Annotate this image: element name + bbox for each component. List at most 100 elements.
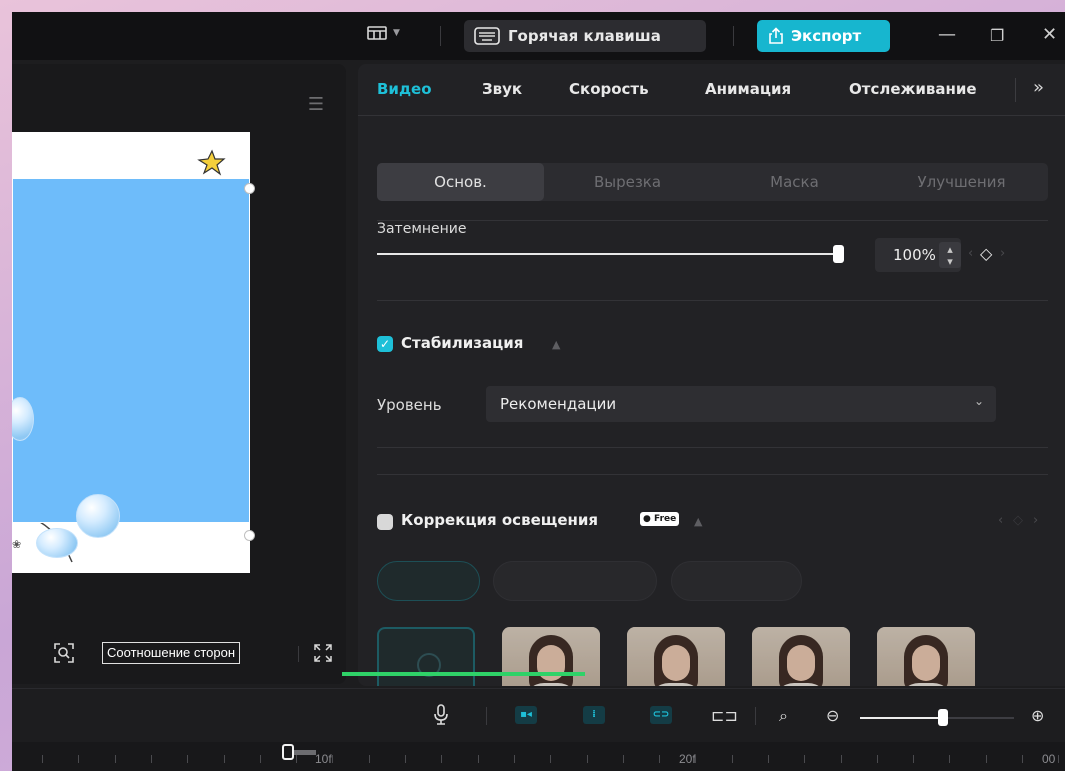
resize-handle[interactable] bbox=[244, 530, 255, 541]
bubble bbox=[76, 494, 120, 538]
opacity-slider-handle[interactable] bbox=[833, 245, 844, 263]
zoom-slider-fill bbox=[860, 717, 945, 719]
next-keyframe-icon: › bbox=[1033, 513, 1039, 528]
video-frame[interactable] bbox=[12, 178, 250, 523]
export-button[interactable]: Экспорт bbox=[757, 20, 890, 52]
lighting-option[interactable] bbox=[493, 561, 657, 601]
divider bbox=[733, 26, 734, 46]
close-button[interactable]: ✕ bbox=[1042, 24, 1057, 45]
timeline-ruler[interactable]: 10f 20f 00 bbox=[12, 742, 1065, 771]
subtab-label: Вырезка bbox=[593, 173, 662, 191]
link-icon[interactable]: ⊂⊃ bbox=[650, 706, 672, 724]
preset-thumbnail[interactable] bbox=[877, 627, 975, 686]
opacity-value: 100% bbox=[893, 246, 936, 264]
star-icon bbox=[197, 149, 226, 176]
keyframe-icon[interactable]: ◇ bbox=[980, 244, 992, 263]
divider bbox=[298, 646, 299, 662]
divider bbox=[440, 26, 441, 46]
divider bbox=[755, 707, 756, 725]
prev-keyframe-icon[interactable]: ‹ bbox=[968, 246, 973, 261]
export-label: Экспорт bbox=[791, 27, 862, 45]
hotkey-button[interactable]: Горячая клавиша bbox=[464, 20, 706, 52]
tab-tracking[interactable]: Отслеживание bbox=[849, 80, 977, 98]
ruler-tick bbox=[405, 755, 406, 763]
subtab-cutout[interactable]: Вырезка bbox=[544, 163, 711, 201]
stepper-icon[interactable]: ▴ ▾ bbox=[939, 242, 961, 268]
divider bbox=[486, 707, 487, 725]
divider bbox=[377, 474, 1048, 475]
free-badge: ● Free bbox=[640, 512, 680, 526]
opacity-input[interactable]: 100% ▴ ▾ bbox=[875, 238, 961, 272]
lighting-checkbox[interactable] bbox=[377, 514, 393, 530]
link-left-icon[interactable]: ▪◂ bbox=[515, 706, 537, 724]
subtab-label: Основ. bbox=[434, 173, 487, 191]
opacity-slider[interactable] bbox=[377, 253, 839, 255]
ruler-tick bbox=[332, 755, 333, 763]
restore-button[interactable]: ❐ bbox=[990, 26, 1004, 45]
level-select[interactable]: Рекомендации ⌄ bbox=[486, 386, 996, 422]
tab-audio[interactable]: Звук bbox=[482, 80, 522, 98]
next-keyframe-icon[interactable]: › bbox=[1000, 246, 1005, 261]
ruler-label: 10f bbox=[315, 752, 332, 766]
ruler-tick bbox=[514, 755, 515, 763]
divider bbox=[377, 220, 1048, 221]
fullscreen-icon[interactable] bbox=[312, 642, 334, 664]
preset-thumbnail[interactable] bbox=[627, 627, 725, 686]
tab-video[interactable]: Видео bbox=[377, 80, 432, 98]
minimize-button[interactable]: — bbox=[938, 24, 956, 45]
split-icon[interactable]: ⊏⊐ bbox=[711, 706, 738, 725]
bubble bbox=[36, 528, 78, 558]
layout-menu[interactable]: ▼ bbox=[367, 25, 400, 41]
divider bbox=[377, 300, 1048, 301]
ruler-tick bbox=[115, 755, 116, 763]
zoom-fit-icon[interactable] bbox=[52, 641, 76, 665]
keyboard-icon bbox=[474, 27, 500, 45]
ruler-tick bbox=[804, 755, 805, 763]
subtab-basic[interactable]: Основ. bbox=[377, 163, 544, 201]
chevron-down-icon: ⌄ bbox=[973, 394, 984, 408]
export-icon bbox=[769, 27, 783, 44]
ruler-tick bbox=[587, 755, 588, 763]
ruler-tick bbox=[949, 755, 950, 763]
zoom-in-icon[interactable]: ⊕ bbox=[1031, 706, 1044, 725]
preset-none[interactable] bbox=[377, 627, 475, 686]
magnet-icon[interactable]: ⁞ bbox=[583, 706, 605, 724]
collapse-icon[interactable]: ▲ bbox=[694, 515, 702, 528]
microphone-icon[interactable] bbox=[433, 704, 449, 726]
more-tabs-button[interactable]: » bbox=[1033, 77, 1044, 98]
resize-handle[interactable] bbox=[244, 183, 255, 194]
green-annotation-line bbox=[342, 672, 585, 676]
tab-speed[interactable]: Скорость bbox=[569, 80, 649, 98]
subtab-enhance[interactable]: Улучшения bbox=[878, 163, 1045, 201]
lighting-option[interactable] bbox=[671, 561, 802, 601]
stabilization-checkbox[interactable]: ✓ bbox=[377, 336, 393, 352]
zoom-slider-handle[interactable] bbox=[938, 709, 948, 726]
keyframe-icon: ◇ bbox=[1013, 513, 1023, 528]
ruler-label: 20f bbox=[679, 752, 696, 766]
collapse-icon[interactable]: ▲ bbox=[552, 338, 560, 351]
tab-animation[interactable]: Анимация bbox=[705, 80, 791, 98]
zoom-out-icon[interactable]: ⊖ bbox=[826, 706, 839, 725]
ruler-tick bbox=[659, 755, 660, 763]
playhead-handle[interactable] bbox=[282, 744, 294, 760]
subtab-mask[interactable]: Маска bbox=[711, 163, 878, 201]
preset-thumbnail[interactable] bbox=[752, 627, 850, 686]
ruler-tick bbox=[732, 755, 733, 763]
prev-keyframe-icon: ‹ bbox=[998, 513, 1004, 528]
divider bbox=[377, 447, 1048, 448]
free-badge-label: Free bbox=[654, 514, 677, 524]
ruler-label: 00 bbox=[1042, 752, 1056, 766]
inspector-panel: Видео Звук Скорость Анимация Отслеживани… bbox=[358, 64, 1065, 686]
aspect-ratio-button[interactable]: Соотношение сторон bbox=[102, 642, 241, 664]
preset-thumbnail[interactable] bbox=[502, 627, 600, 686]
menu-icon[interactable]: ☰ bbox=[308, 94, 324, 115]
app-window: ▼ Горячая клавиша Экспорт — ❐ ✕ ☰ ❀ Соот… bbox=[12, 12, 1065, 771]
zoom-to-fit-icon[interactable]: ⌕ bbox=[779, 706, 788, 726]
lighting-option[interactable] bbox=[377, 561, 480, 601]
ruler-tick bbox=[42, 755, 43, 763]
playhead-bar bbox=[294, 750, 316, 755]
ruler-tick bbox=[151, 755, 152, 763]
ruler-tick bbox=[768, 755, 769, 763]
svg-text:❀: ❀ bbox=[12, 538, 21, 551]
ruler-tick bbox=[1022, 755, 1023, 763]
